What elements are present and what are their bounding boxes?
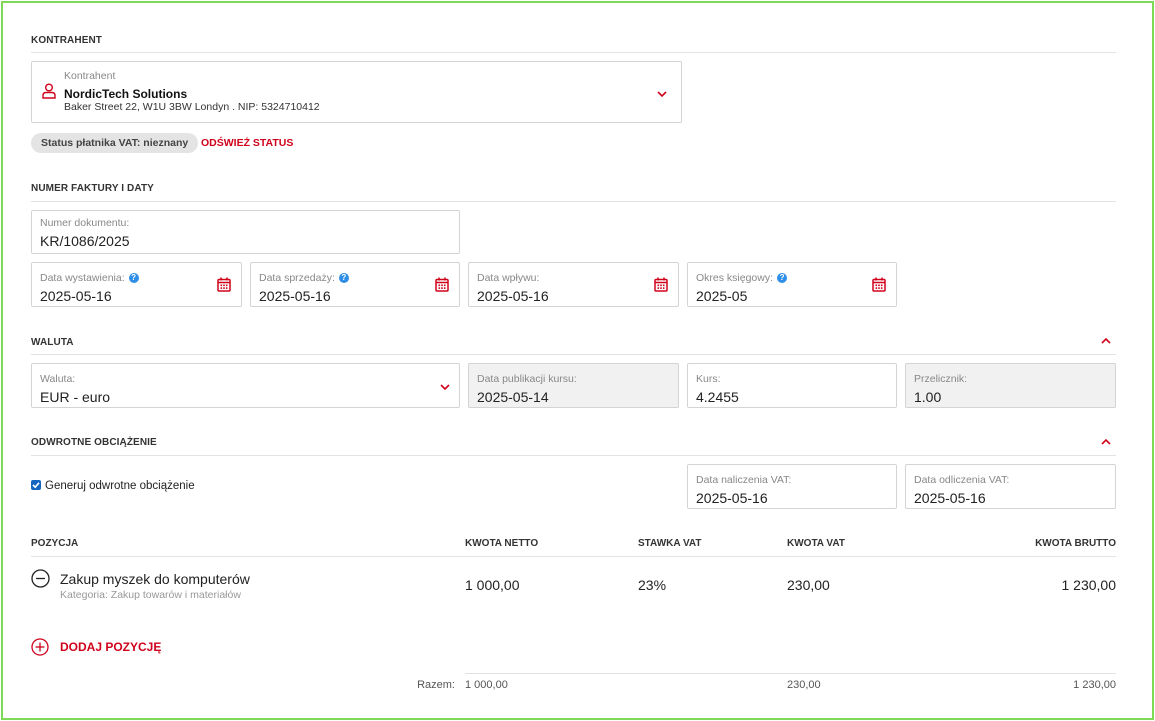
reverse-charge-checkbox[interactable] — [31, 480, 41, 490]
totals-label: Razem: — [417, 679, 455, 691]
rate-publication-date-label: Data publikacji kursu: — [477, 373, 577, 385]
exchange-rate-field[interactable]: Kurs: 4.2455 — [687, 363, 897, 408]
document-number-field[interactable]: Numer dokumentu: KR/1086/2025 — [31, 210, 460, 254]
vat-deduction-date-field[interactable]: Data odliczenia VAT: 2025-05-16 — [905, 464, 1116, 509]
add-position-button[interactable]: DODAJ POZYCJĘ — [31, 638, 161, 656]
column-header-net: KWOTA NETTO — [465, 538, 539, 549]
issue-date-value[interactable]: 2025-05-16 — [40, 288, 112, 304]
column-header-gross: KWOTA BRUTTO — [1035, 538, 1116, 549]
accounting-period-label: Okres księgowy:? — [696, 272, 788, 284]
item-vat-amount: 230,00 — [787, 577, 830, 593]
section-divider — [31, 201, 1116, 202]
accounting-period-field[interactable]: Okres księgowy:? 2025-05 — [687, 262, 897, 307]
sale-date-field[interactable]: Data sprzedaży:? 2025-05-16 — [250, 262, 460, 307]
chevron-down-icon[interactable] — [656, 90, 668, 98]
rate-publication-date-field: Data publikacji kursu: 2025-05-14 — [468, 363, 679, 408]
item-category: Kategoria: Zakup towarów i materiałów — [60, 589, 241, 601]
receipt-date-label: Data wpływu: — [477, 272, 540, 284]
vat-charge-date-field[interactable]: Data naliczenia VAT: 2025-05-16 — [687, 464, 897, 509]
calendar-icon[interactable] — [872, 277, 886, 292]
chevron-down-icon[interactable] — [439, 383, 451, 391]
section-title-reverse-charge: ODWROTNE OBCIĄŻENIE — [31, 437, 157, 448]
section-title-contractor: KONTRAHENT — [31, 35, 102, 46]
exchange-rate-value[interactable]: 4.2455 — [696, 389, 739, 405]
document-number-label: Numer dokumentu: — [40, 217, 130, 229]
column-header-vat-amount: KWOTA VAT — [787, 538, 845, 549]
refresh-status-button[interactable]: ODŚWIEŻ STATUS — [201, 137, 293, 149]
contractor-label: Kontrahent — [64, 70, 116, 82]
receipt-date-field[interactable]: Data wpływu: 2025-05-16 — [468, 262, 679, 307]
table-header-divider — [31, 556, 1116, 557]
remove-row-icon[interactable] — [31, 569, 50, 588]
person-icon — [42, 83, 56, 99]
multiplier-label: Przelicznik: — [914, 373, 968, 385]
item-net: 1 000,00 — [465, 577, 520, 593]
multiplier-field: Przelicznik: 1.00 — [905, 363, 1116, 408]
vat-deduction-date-value[interactable]: 2025-05-16 — [914, 490, 986, 506]
rate-publication-date-value: 2025-05-14 — [477, 389, 549, 405]
help-icon[interactable]: ? — [777, 273, 788, 283]
item-name[interactable]: Zakup myszek do komputerów — [60, 571, 250, 587]
add-position-label: DODAJ POZYCJĘ — [60, 640, 162, 654]
section-divider — [31, 354, 1116, 355]
total-net: 1 000,00 — [465, 679, 508, 691]
reverse-charge-label[interactable]: Generuj odwrotne obciążenie — [45, 480, 195, 492]
item-vat-rate: 23% — [638, 577, 667, 593]
plus-circle-icon — [31, 638, 49, 656]
issue-date-field[interactable]: Data wystawienia:? 2025-05-16 — [31, 262, 242, 307]
contractor-select[interactable]: Kontrahent NordicTech Solutions Baker St… — [31, 61, 682, 123]
checkmark-icon — [32, 482, 40, 489]
multiplier-value: 1.00 — [914, 389, 942, 405]
vat-charge-date-label: Data naliczenia VAT: — [696, 474, 792, 486]
section-title-currency: WALUTA — [31, 337, 74, 348]
receipt-date-value[interactable]: 2025-05-16 — [477, 288, 549, 304]
sale-date-label: Data sprzedaży:? — [259, 272, 349, 284]
contractor-address: Baker Street 22, W1U 3BW Londyn . NIP: 5… — [64, 101, 320, 113]
issue-date-label: Data wystawienia:? — [40, 272, 139, 284]
currency-label: Waluta: — [40, 373, 76, 385]
currency-value[interactable]: EUR - euro — [40, 389, 110, 405]
exchange-rate-label: Kurs: — [696, 373, 721, 385]
help-icon[interactable]: ? — [128, 273, 139, 283]
vat-charge-date-value[interactable]: 2025-05-16 — [696, 490, 768, 506]
help-icon[interactable]: ? — [338, 273, 349, 283]
sale-date-value[interactable]: 2025-05-16 — [259, 288, 331, 304]
column-header-position: POZYCJA — [31, 538, 79, 549]
chevron-up-icon[interactable] — [1100, 337, 1112, 345]
calendar-icon[interactable] — [654, 277, 668, 292]
total-gross: 1 230,00 — [1073, 679, 1116, 691]
chevron-up-icon[interactable] — [1100, 438, 1112, 446]
vat-status-badge: Status płatnika VAT: nieznany — [31, 133, 199, 153]
calendar-icon[interactable] — [435, 277, 449, 292]
section-divider — [31, 455, 1116, 456]
currency-select[interactable]: Waluta: EUR - euro — [31, 363, 460, 408]
totals-divider — [465, 673, 1116, 674]
contractor-name: NordicTech Solutions — [64, 87, 188, 101]
vat-deduction-date-label: Data odliczenia VAT: — [914, 474, 1010, 486]
total-vat: 230,00 — [787, 679, 821, 691]
accounting-period-value[interactable]: 2025-05 — [696, 288, 747, 304]
calendar-icon[interactable] — [217, 277, 231, 292]
document-number-value[interactable]: KR/1086/2025 — [40, 233, 130, 249]
section-title-invoice-dates: NUMER FAKTURY I DATY — [31, 183, 154, 194]
column-header-vat-rate: STAWKA VAT — [638, 538, 702, 549]
item-gross: 1 230,00 — [1061, 577, 1117, 593]
section-divider — [31, 52, 1116, 53]
